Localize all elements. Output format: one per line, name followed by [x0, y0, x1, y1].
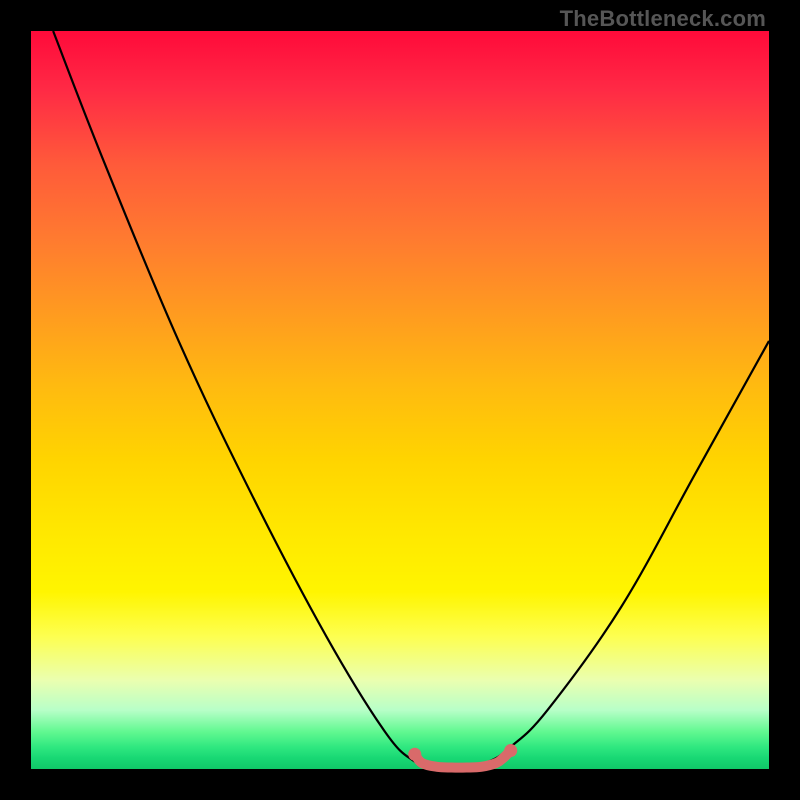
optimal-range-dot — [408, 748, 421, 761]
bottleneck-curve — [53, 31, 769, 770]
watermark-text: TheBottleneck.com — [560, 6, 766, 32]
chart-svg — [31, 31, 769, 769]
chart-frame: TheBottleneck.com — [0, 0, 800, 800]
optimal-range-marker — [415, 751, 511, 768]
optimal-range-dot — [504, 744, 517, 757]
